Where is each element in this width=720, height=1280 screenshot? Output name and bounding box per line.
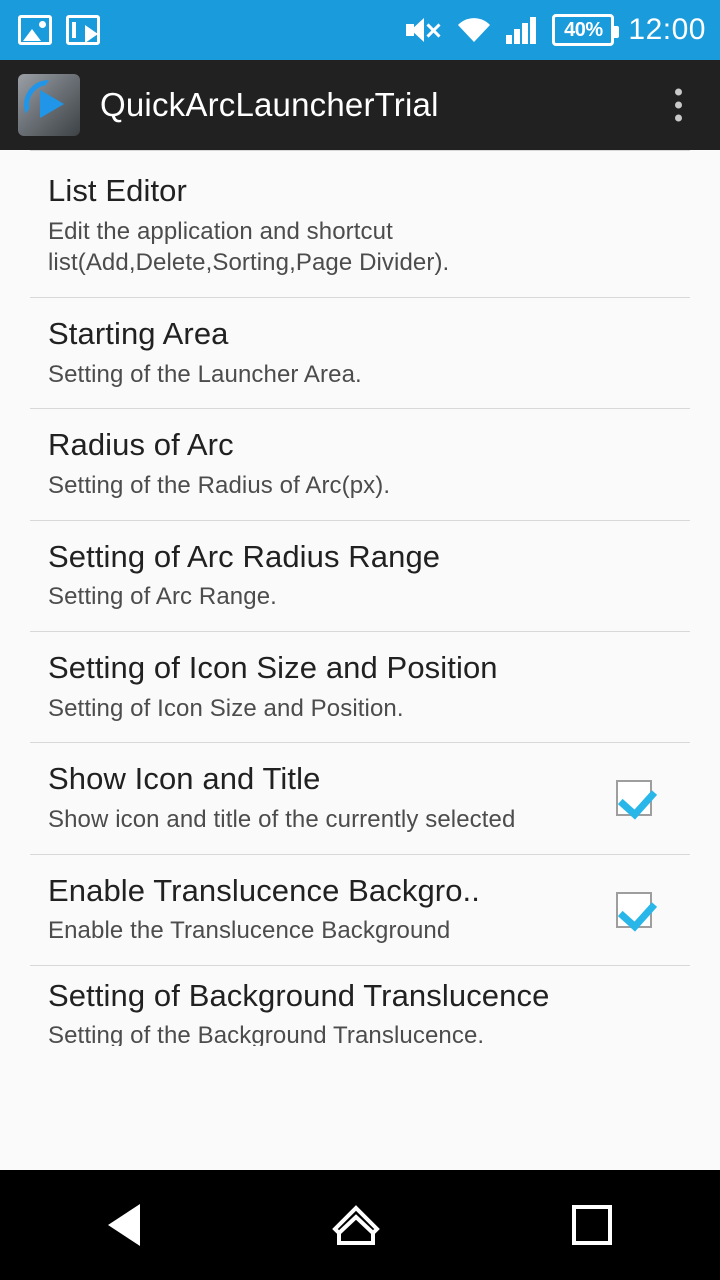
- list-item-title: Show Icon and Title: [48, 761, 321, 797]
- list-item-subtitle: Setting of the Radius of Arc(px).: [48, 471, 391, 499]
- page-title: QuickArcLauncherTrial: [100, 86, 439, 123]
- list-item-subtitle: Show icon and title of the currently sel…: [48, 805, 516, 833]
- list-item-title: Setting of Background Translucence: [48, 977, 550, 1013]
- back-nav-icon[interactable]: [108, 1204, 140, 1246]
- list-item-title: Radius of Arc: [48, 427, 234, 463]
- list-item-subtitle: Setting of Arc Range.: [48, 583, 277, 611]
- list-item-title: Starting Area: [48, 315, 229, 351]
- show-icon-and-title-checkbox[interactable]: [616, 780, 652, 817]
- list-item-title: Setting of Icon Size and Position: [48, 649, 498, 685]
- volume-mute-icon: [406, 15, 442, 45]
- enable-translucence-background-checkbox[interactable]: [616, 891, 652, 928]
- list-item-title: Setting of Arc Radius Range: [48, 538, 441, 574]
- app-logo-icon: [18, 74, 80, 136]
- list-item-subtitle: Setting of Icon Size and Position.: [48, 694, 404, 722]
- overflow-menu-icon[interactable]: [667, 81, 690, 130]
- status-bar-left-icons: [0, 15, 100, 45]
- list-item-title: List Editor: [48, 173, 187, 208]
- image-transfer-icon: [66, 15, 100, 45]
- list-item[interactable]: List Editor Edit the application and sho…: [0, 151, 720, 297]
- recents-nav-icon[interactable]: [572, 1205, 612, 1245]
- battery-level: 40%: [564, 18, 603, 41]
- list-item[interactable]: Radius of Arc Setting of the Radius of A…: [0, 409, 720, 520]
- navigation-bar: [0, 1170, 720, 1280]
- list-item-subtitle: Setting of the Launcher Area.: [48, 360, 362, 388]
- list-item[interactable]: Starting Area Setting of the Launcher Ar…: [0, 297, 720, 409]
- battery-icon: 40%: [552, 14, 620, 46]
- status-bar-right-icons: 40% 12:00: [406, 0, 706, 60]
- list-item[interactable]: Enable Translucence Backgro.. Enable the…: [0, 854, 720, 965]
- action-bar: QuickArcLauncherTrial: [0, 60, 720, 150]
- image-icon: [18, 15, 52, 45]
- list-item-subtitle: Setting of the Background Translucence.: [48, 1022, 485, 1046]
- list-item[interactable]: Setting of Arc Radius Range Setting of A…: [0, 520, 720, 631]
- list-item[interactable]: Show Icon and Title Show icon and title …: [0, 743, 720, 854]
- wifi-icon: [456, 16, 492, 44]
- list-item[interactable]: Setting of Icon Size and Position Settin…: [0, 631, 720, 743]
- status-bar-clock: 12:00: [628, 13, 706, 46]
- list-item-subtitle: Edit the application and shortcut list(A…: [48, 217, 450, 277]
- list-item-title: Enable Translucence Backgro..: [48, 872, 480, 908]
- settings-list[interactable]: List Editor Edit the application and sho…: [0, 150, 720, 1230]
- cellular-signal-icon: [506, 16, 538, 44]
- status-bar: 40% 12:00: [0, 0, 720, 60]
- list-item-subtitle: Enable the Translucence Background: [48, 917, 451, 945]
- list-item[interactable]: Setting of Background Translucence Setti…: [0, 965, 720, 1046]
